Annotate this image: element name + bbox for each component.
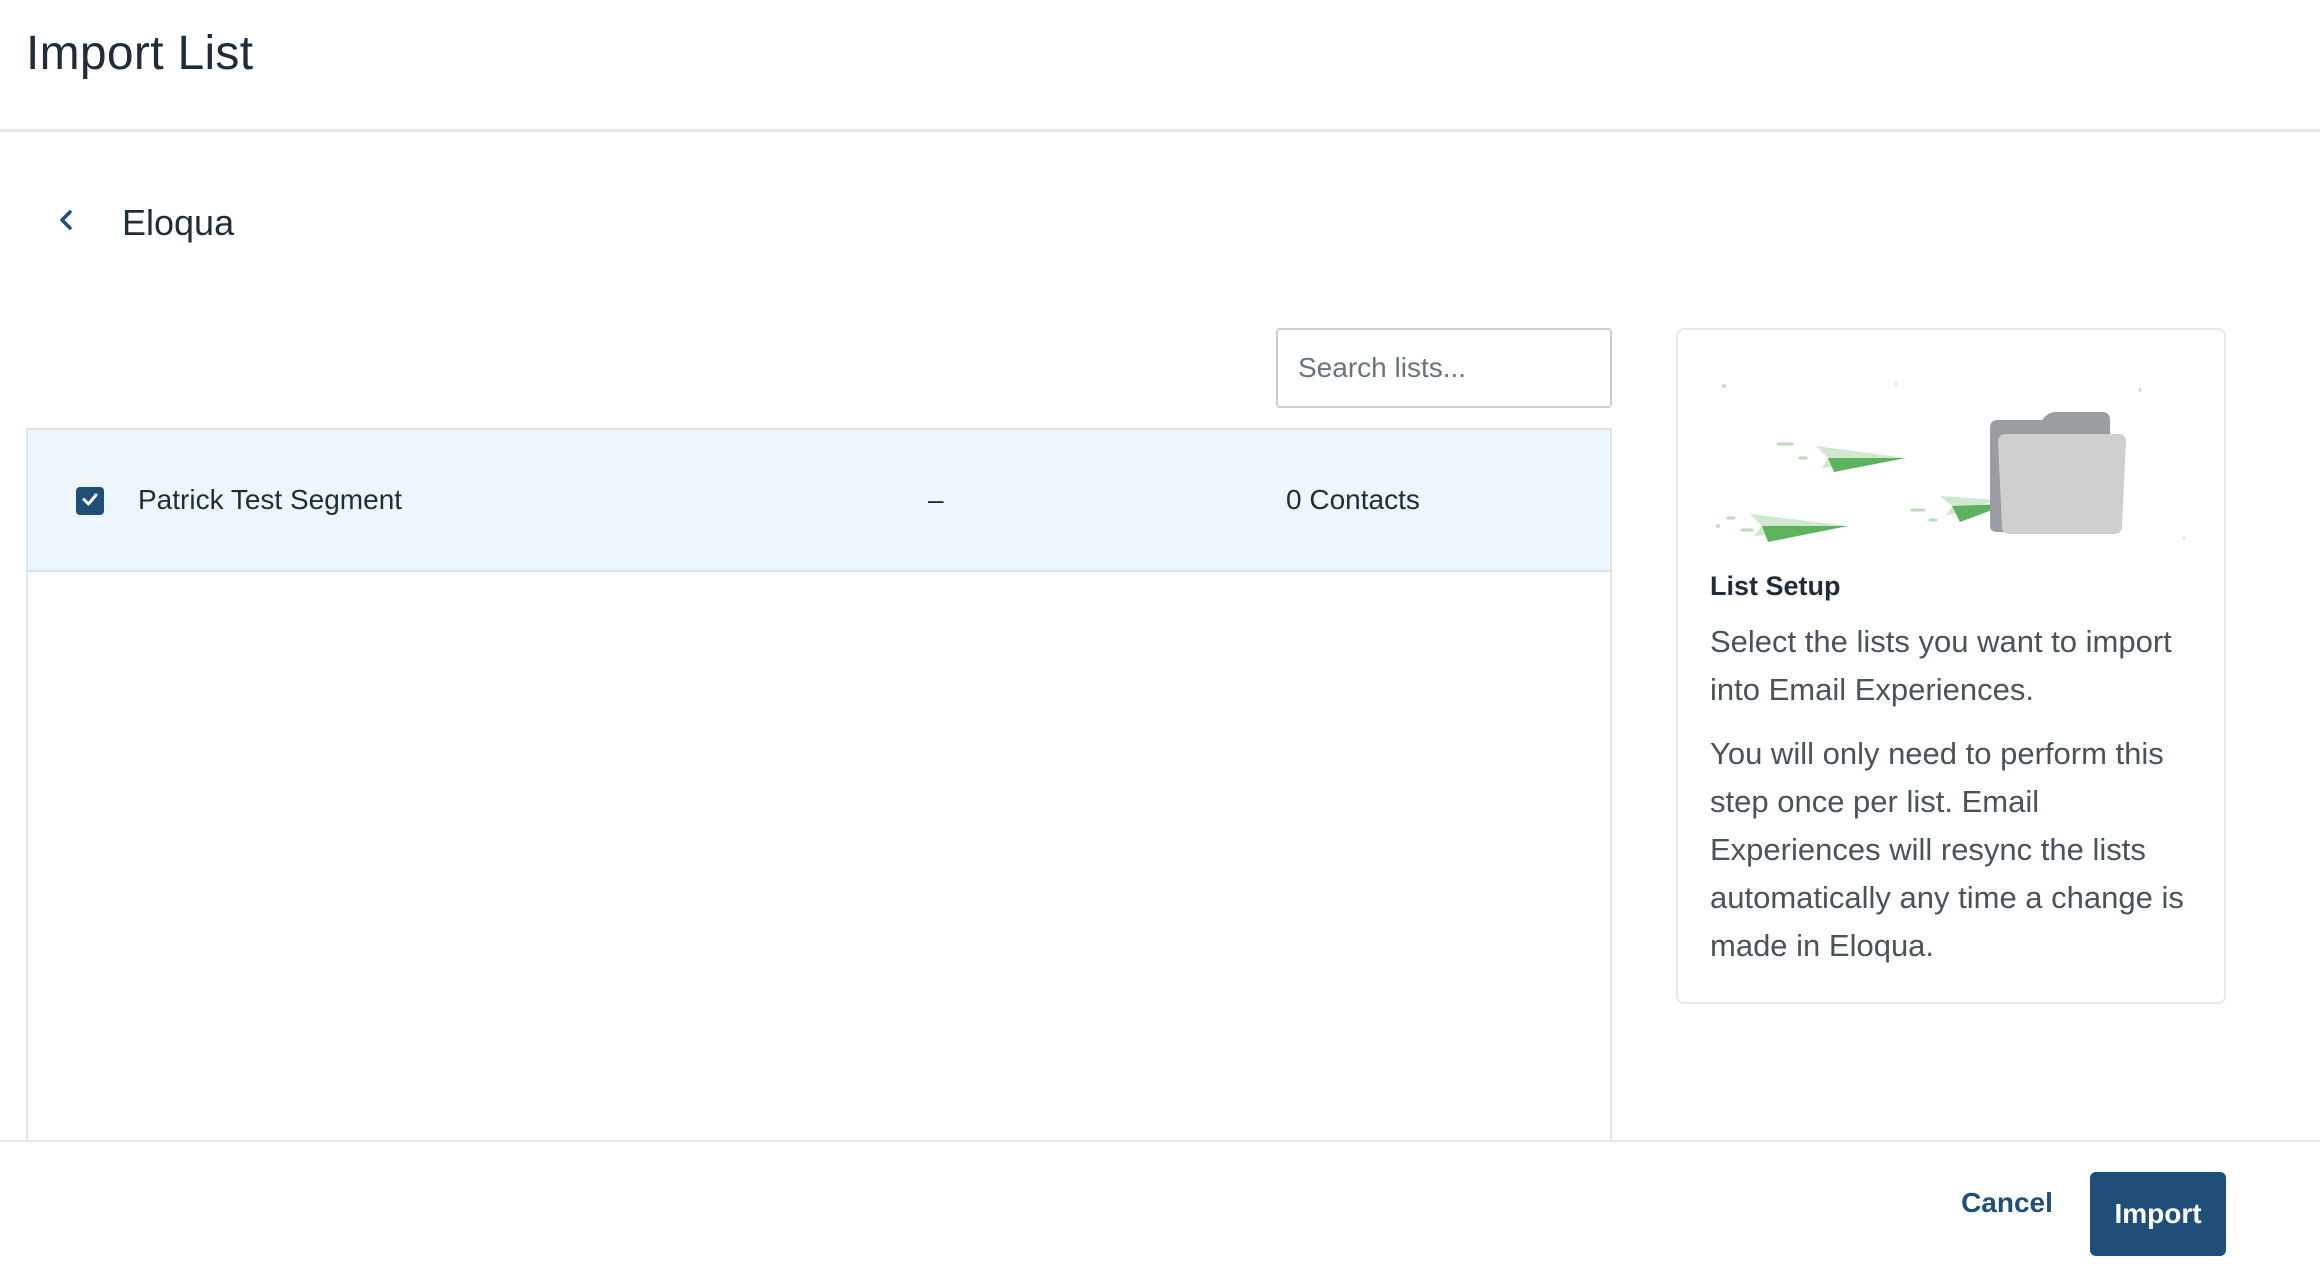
lists-panel: Patrick Test Segment – 0 Contacts: [26, 428, 1612, 1148]
cancel-button[interactable]: Cancel: [1944, 1172, 2070, 1234]
paper-planes-folder-illustration: [1708, 350, 2198, 550]
card-paragraph-1: Select the lists you want to import into…: [1710, 624, 2172, 707]
import-button[interactable]: Import: [2090, 1172, 2226, 1256]
list-row[interactable]: Patrick Test Segment – 0 Contacts: [28, 430, 1610, 572]
back-button[interactable]: [48, 200, 84, 244]
card-paragraph-2: You will only need to perform this step …: [1710, 736, 2184, 963]
import-list-page: Import List Eloqua Patrick Test Segment …: [0, 0, 2320, 1274]
list-contacts-count: 0 Contacts: [1286, 484, 1420, 515]
footer-bar: Cancel Import: [0, 1140, 2320, 1274]
row-checkbox[interactable]: [76, 487, 104, 515]
card-heading: List Setup: [1710, 571, 1841, 601]
checkmark-icon: [80, 489, 100, 514]
list-setup-card: List Setup Select the lists you want to …: [1676, 328, 2226, 1004]
list-name: Patrick Test Segment: [138, 484, 403, 515]
list-description: –: [928, 484, 944, 515]
search-lists-input[interactable]: [1276, 328, 1612, 408]
source-title: Eloqua: [122, 202, 235, 243]
page-title: Import List: [26, 27, 254, 80]
chevron-left-icon: [58, 209, 74, 236]
page-header: Import List: [0, 0, 2320, 132]
